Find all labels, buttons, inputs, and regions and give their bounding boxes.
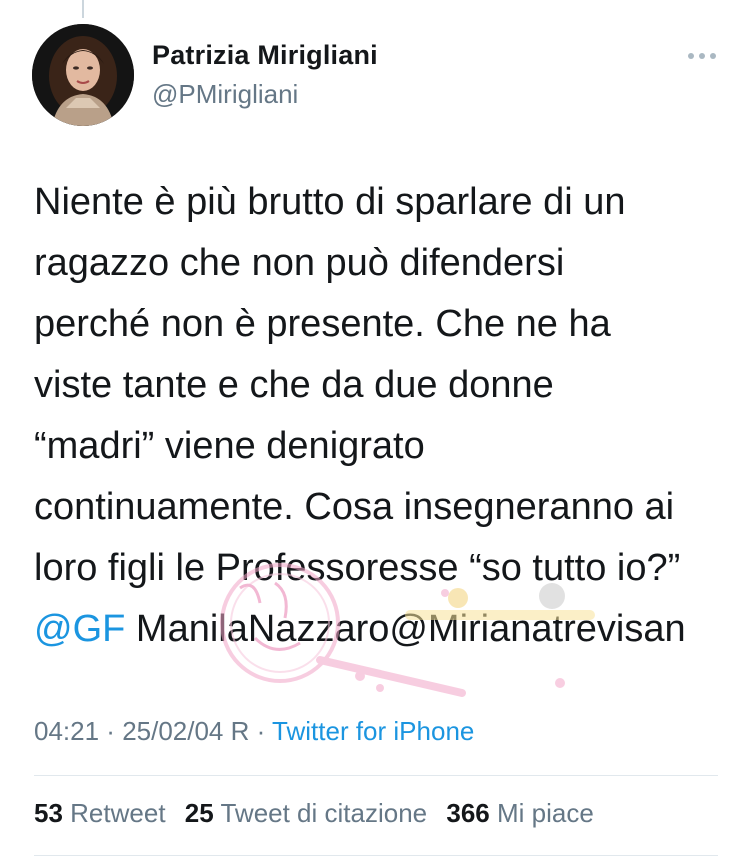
retweets-stat[interactable]: 53 Retweet [34,798,166,828]
tweet-line: continuamente. Cosa insegneranno ai [34,486,675,528]
meta-separator: · [249,716,273,746]
divider [34,775,718,776]
likes-count: 366 [446,798,490,828]
tweet-meta: 04:21 · 25/02/04 R · Twitter for iPhone [34,716,474,747]
retweets-label: Retweet [70,798,166,828]
tweet-date: 25/02/04 R [122,716,250,746]
tweet-line: viste tante e che da due donne [34,364,554,406]
quotes-count: 25 [184,798,214,828]
tweet-line: perché non è presente. Che ne ha [34,303,611,345]
tweet-text: Niente è più brutto di sparlare di un ra… [34,172,724,660]
meta-separator: · [99,716,123,746]
mention-link-gf[interactable]: @GF [34,608,125,650]
mention-text: ManilaNazzaro@Mirianatrevisan [135,608,686,650]
author-handle[interactable]: @PMirigliani [152,79,298,110]
quotes-stat[interactable]: 25 Tweet di citazione [185,798,427,828]
tweet-source-link[interactable]: Twitter for iPhone [272,716,474,746]
tweet-header: Patrizia Mirigliani @PMirigliani [32,24,722,128]
avatar[interactable] [32,24,134,126]
tweet-line: “madri” viene denigrato [34,425,425,467]
profile-photo [32,24,134,126]
tweet-line: ragazzo che non può difendersi [34,242,565,284]
tweet-line: Niente è più brutto di sparlare di un [34,181,626,223]
author-name[interactable]: Patrizia Mirigliani [152,40,378,71]
tweet-stats: 53 Retweet 25 Tweet di citazione 366 Mi … [34,798,594,829]
tweet-time: 04:21 [34,716,100,746]
tweet-line: loro figli le Professoresse “so tutto io… [34,547,681,589]
thread-line [82,0,84,18]
quotes-label: Tweet di citazione [220,798,428,828]
ellipsis-icon[interactable] [682,46,722,66]
likes-stat[interactable]: 366 Mi piace [446,798,593,828]
retweets-count: 53 [34,798,63,828]
tweet-mention-line: @GF ManilaNazzaro@Mirianatrevisan [34,599,724,660]
likes-label: Mi piace [497,798,594,828]
divider [34,855,718,856]
